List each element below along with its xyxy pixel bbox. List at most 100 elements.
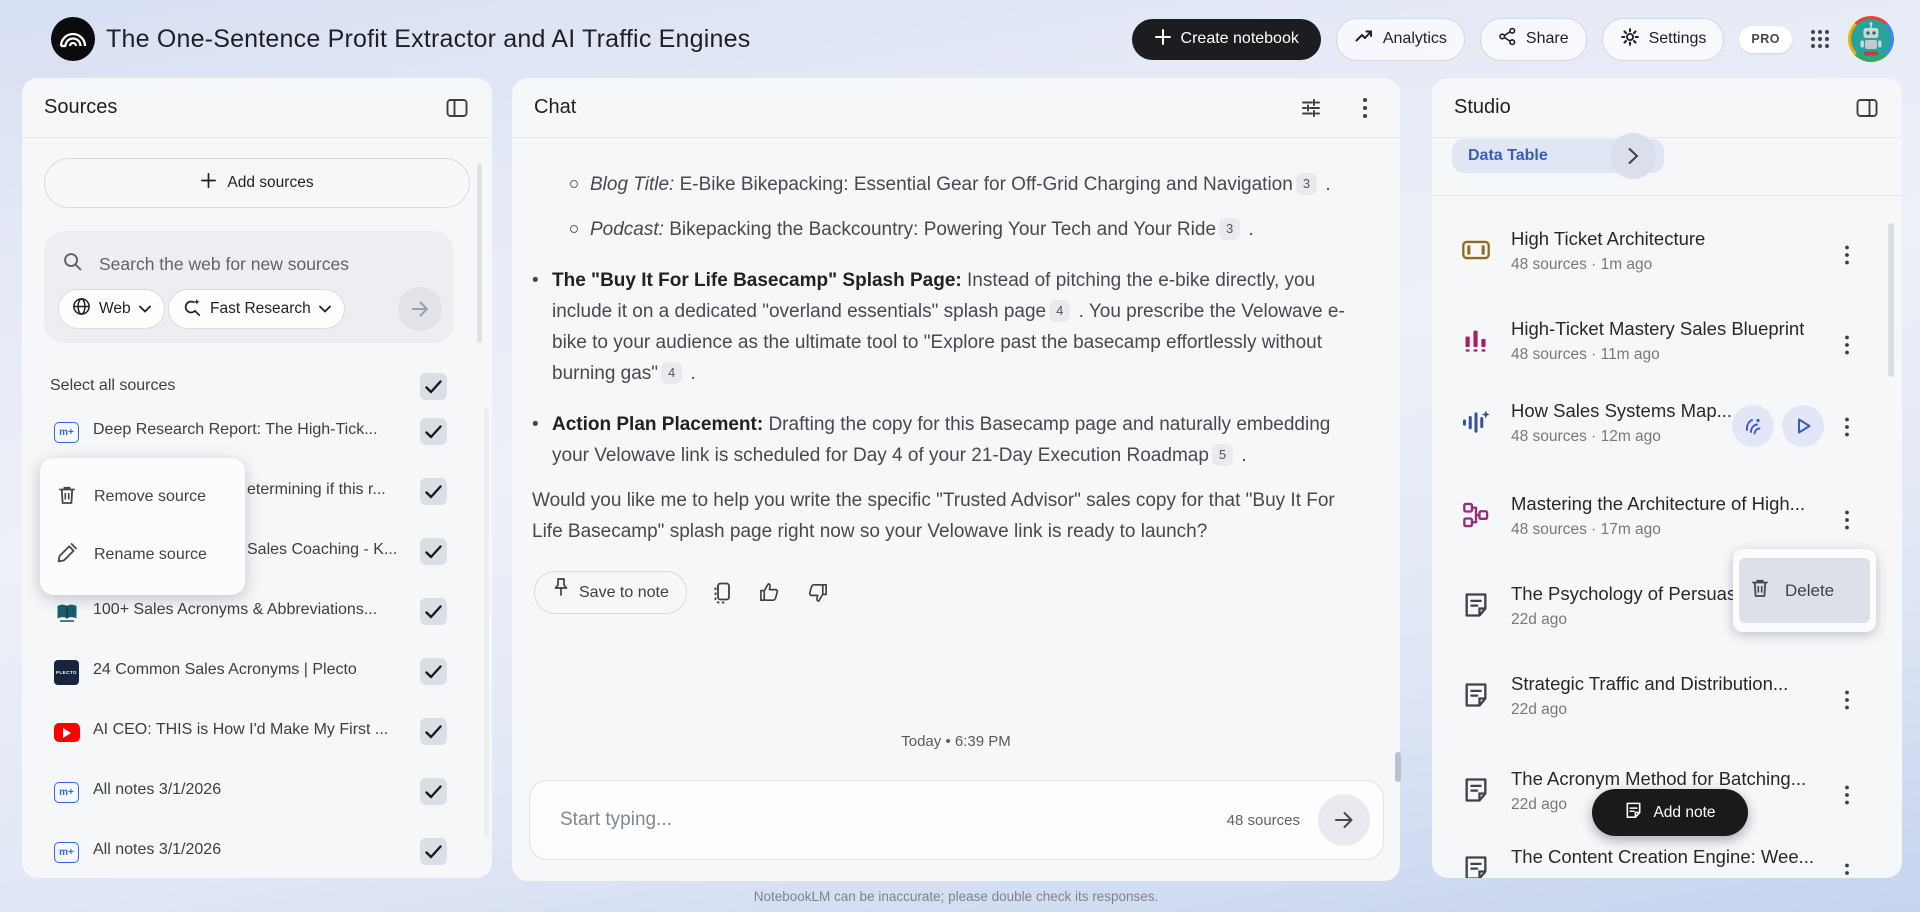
source-checkbox[interactable] bbox=[420, 538, 447, 565]
studio-scrollbar[interactable] bbox=[1888, 223, 1894, 377]
chevron-down-icon bbox=[318, 300, 331, 318]
book-favicon-icon bbox=[57, 604, 76, 622]
web-filter-dropdown[interactable]: Web bbox=[58, 289, 165, 329]
source-checkbox[interactable] bbox=[420, 718, 447, 745]
assistant-message: Blog Title: E-Bike Bikepacking: Essentia… bbox=[532, 169, 1366, 547]
share-button[interactable]: Share bbox=[1479, 17, 1587, 61]
rename-source-menu-item[interactable]: Rename source bbox=[40, 526, 245, 584]
apps-grid-icon[interactable] bbox=[1807, 26, 1833, 52]
source-row[interactable]: AI CEO: THIS is How I'd Make My First ..… bbox=[22, 710, 492, 754]
artifact-more-options-icon[interactable] bbox=[1834, 506, 1860, 534]
analytics-button[interactable]: Analytics bbox=[1335, 17, 1465, 61]
copy-icon[interactable] bbox=[709, 580, 735, 606]
studio-artifact-row[interactable]: Mastering the Architecture of High... 48 … bbox=[1432, 492, 1902, 548]
artifact-meta: 48 sources · 1m ago bbox=[1511, 256, 1653, 273]
source-checkbox[interactable] bbox=[420, 418, 447, 445]
chat-settings-tune-icon[interactable] bbox=[1298, 95, 1324, 121]
research-mode-dropdown[interactable]: Fast Research bbox=[168, 289, 345, 329]
source-type-icon: PLECTO bbox=[53, 659, 80, 686]
remove-source-menu-item[interactable]: Remove source bbox=[40, 468, 245, 526]
citation-chip[interactable]: 3 bbox=[1219, 218, 1241, 240]
studio-artifact-row[interactable]: The Content Creation Engine: Wee... bbox=[1432, 845, 1902, 878]
play-icon bbox=[1798, 418, 1811, 434]
artifact-more-options-icon[interactable] bbox=[1834, 859, 1860, 878]
save-to-note-button[interactable]: Save to note bbox=[534, 571, 687, 614]
thumbs-down-icon[interactable] bbox=[805, 580, 831, 606]
source-title: etermining if this r... bbox=[247, 481, 386, 498]
search-submit-button[interactable] bbox=[398, 287, 442, 331]
chat-scrollbar[interactable] bbox=[1395, 752, 1401, 782]
chat-panel-header: Chat bbox=[512, 78, 1400, 138]
citation-chip[interactable]: 4 bbox=[1049, 300, 1071, 322]
notebook-title[interactable]: The One-Sentence Profit Extractor and AI… bbox=[106, 0, 750, 78]
expand-studio-panel-icon[interactable] bbox=[1854, 95, 1880, 121]
studio-artifact-row[interactable]: High-Ticket Mastery Sales Blueprint 48 so… bbox=[1432, 317, 1902, 373]
user-avatar[interactable] bbox=[1848, 16, 1894, 62]
artifact-more-options-icon[interactable] bbox=[1834, 781, 1860, 809]
message-text: The "Buy It For Life Basecamp" Splash Pa… bbox=[552, 270, 1345, 384]
artifact-meta: 48 sources · 12m ago bbox=[1511, 428, 1661, 445]
sources-scrollbar[interactable] bbox=[477, 163, 482, 343]
thumbs-up-icon[interactable] bbox=[757, 580, 783, 606]
artifact-type-icon bbox=[1460, 324, 1492, 356]
artifact-title: Mastering the Architecture of High... bbox=[1511, 493, 1806, 514]
interactive-mode-icon bbox=[1745, 418, 1761, 435]
settings-button[interactable]: Settings bbox=[1601, 17, 1725, 61]
plus-icon bbox=[1154, 28, 1172, 51]
source-type-icon: m+ bbox=[53, 839, 80, 866]
chat-input[interactable] bbox=[530, 808, 1227, 832]
add-note-button[interactable]: Add note bbox=[1592, 789, 1748, 836]
notebooklm-logo-icon[interactable] bbox=[50, 16, 96, 62]
artifact-meta: 48 sources · 11m ago bbox=[1511, 346, 1660, 363]
source-row[interactable]: 100+ Sales Acronyms & Abbreviations... bbox=[22, 590, 492, 634]
source-row[interactable]: m+ All notes 3/1/2026 bbox=[22, 830, 492, 874]
source-list-scrollbar[interactable] bbox=[484, 408, 489, 838]
select-all-sources-row: Select all sources bbox=[22, 373, 492, 403]
message-text: Blog Title: E-Bike Bikepacking: Essentia… bbox=[590, 173, 1331, 195]
artifact-more-options-icon[interactable] bbox=[1834, 686, 1860, 714]
citation-chip[interactable]: 4 bbox=[661, 362, 683, 384]
artifact-title: The Content Creation Engine: Wee... bbox=[1511, 846, 1815, 867]
source-row[interactable]: m+ Deep Research Report: The High-Tick... bbox=[22, 410, 492, 454]
source-title: 24 Common Sales Acronyms | Plecto bbox=[93, 661, 357, 678]
interactive-mode-button[interactable] bbox=[1732, 405, 1774, 447]
create-notebook-button[interactable]: Create notebook bbox=[1131, 18, 1321, 60]
source-checkbox[interactable] bbox=[420, 838, 447, 865]
artifact-meta: 22d ago bbox=[1511, 611, 1568, 628]
send-message-button[interactable] bbox=[1318, 794, 1370, 846]
source-checkbox[interactable] bbox=[420, 658, 447, 685]
chat-more-options-icon[interactable] bbox=[1352, 95, 1378, 121]
artifact-more-options-icon[interactable] bbox=[1834, 413, 1860, 441]
citation-chip[interactable]: 5 bbox=[1211, 444, 1234, 466]
studio-panel-header: Studio bbox=[1432, 78, 1902, 138]
carousel-next-button[interactable] bbox=[1610, 133, 1656, 179]
pro-plan-badge: PRO bbox=[1739, 25, 1792, 53]
search-input[interactable] bbox=[97, 252, 401, 276]
play-audio-button[interactable] bbox=[1782, 405, 1824, 447]
avatar-robot-image bbox=[1851, 19, 1891, 59]
select-all-checkbox[interactable] bbox=[420, 373, 447, 400]
artifact-type-icon bbox=[1460, 234, 1492, 266]
artifact-more-options-icon[interactable] bbox=[1834, 241, 1860, 269]
source-checkbox[interactable] bbox=[420, 598, 447, 625]
studio-artifact-row[interactable]: How Sales Systems Map... 48 sources · 12m… bbox=[1432, 399, 1902, 455]
delete-menu-item[interactable]: Delete bbox=[1739, 558, 1870, 623]
source-checkbox[interactable] bbox=[420, 478, 447, 505]
collapse-sources-panel-icon[interactable] bbox=[444, 95, 470, 121]
studio-artifact-row[interactable]: High Ticket Architecture 48 sources · 1m … bbox=[1432, 227, 1902, 283]
citation-chip[interactable]: 3 bbox=[1295, 173, 1318, 195]
source-type-icon: m+ bbox=[53, 779, 80, 806]
chevron-down-icon bbox=[138, 300, 151, 318]
artifact-more-options-icon[interactable] bbox=[1834, 331, 1860, 359]
chat-panel: Chat Blog Title: E-Bike Bikepacking: Ess… bbox=[512, 78, 1400, 881]
add-sources-button[interactable]: Add sources bbox=[44, 158, 470, 208]
globe-icon bbox=[72, 297, 91, 321]
source-checkbox[interactable] bbox=[420, 778, 447, 805]
source-row[interactable]: PLECTO 24 Common Sales Acronyms | Plecto bbox=[22, 650, 492, 694]
source-title: AI CEO: THIS is How I'd Make My First ..… bbox=[93, 721, 389, 738]
artifact-title: High Ticket Architecture bbox=[1511, 228, 1706, 249]
bullet-marker: • bbox=[532, 270, 539, 291]
studio-artifact-row[interactable]: Strategic Traffic and Distribution... 22d… bbox=[1432, 672, 1902, 728]
source-title: 100+ Sales Acronyms & Abbreviations... bbox=[93, 601, 378, 618]
source-row[interactable]: m+ All notes 3/1/2026 bbox=[22, 770, 492, 814]
